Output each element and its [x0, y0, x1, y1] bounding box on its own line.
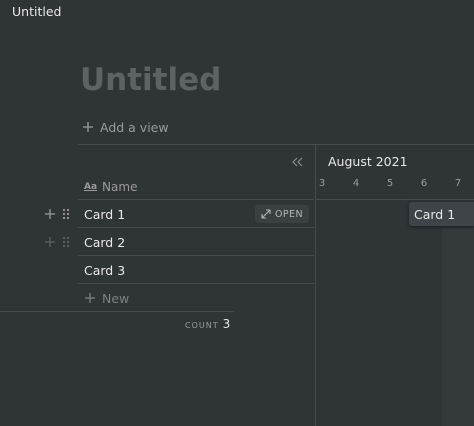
table-row[interactable]: Card 3: [78, 256, 314, 284]
weekend-column: [442, 228, 474, 426]
timeline-day: 7: [454, 178, 462, 189]
timeline-day: 3: [318, 178, 326, 189]
page: Untitled Untitled Add a view Aa Name Car…: [0, 0, 474, 426]
plus-icon: [85, 293, 95, 303]
timeline-month: August 2021: [328, 154, 408, 169]
timeline-day: 5: [386, 178, 394, 189]
row-title[interactable]: Card 2: [78, 235, 125, 250]
row-title[interactable]: Card 3: [78, 263, 125, 278]
new-row-button[interactable]: New: [84, 289, 129, 307]
timeline-card[interactable]: Card 1: [409, 202, 474, 226]
timeline-header-divider: [315, 199, 474, 200]
name-column-header[interactable]: Aa Name: [84, 178, 137, 196]
timeline-card-label: Card 1: [414, 206, 456, 222]
row-handles: [44, 200, 70, 228]
footer-divider: [0, 311, 234, 312]
window-title: Untitled: [12, 4, 62, 19]
open-button[interactable]: OPEN: [255, 205, 309, 223]
add-row-icon[interactable]: [44, 236, 56, 248]
text-property-icon: Aa: [84, 182, 98, 192]
count-value: 3: [222, 317, 231, 331]
row-handles: [44, 228, 70, 256]
collapse-table-icon[interactable]: [289, 154, 305, 170]
new-row-label: New: [102, 290, 130, 306]
add-view-label: Add a view: [100, 119, 169, 135]
plus-icon: [83, 122, 93, 132]
row-title[interactable]: Card 1: [78, 207, 125, 222]
view-top-divider: [78, 144, 474, 145]
timeline-day: 6: [420, 178, 428, 189]
row-count[interactable]: COUNT 3: [185, 317, 230, 333]
add-row-icon[interactable]: [44, 208, 56, 220]
add-view-button[interactable]: Add a view: [82, 118, 169, 136]
page-title[interactable]: Untitled: [80, 62, 221, 98]
count-label: COUNT: [185, 321, 219, 330]
drag-handle-icon[interactable]: [62, 208, 70, 220]
drag-handle-icon[interactable]: [62, 236, 70, 248]
open-button-label: OPEN: [275, 208, 303, 220]
column-header-label: Name: [102, 180, 138, 194]
expand-icon: [261, 209, 271, 219]
timeline-day: 4: [352, 178, 360, 189]
table-row[interactable]: Card 2: [78, 228, 314, 256]
